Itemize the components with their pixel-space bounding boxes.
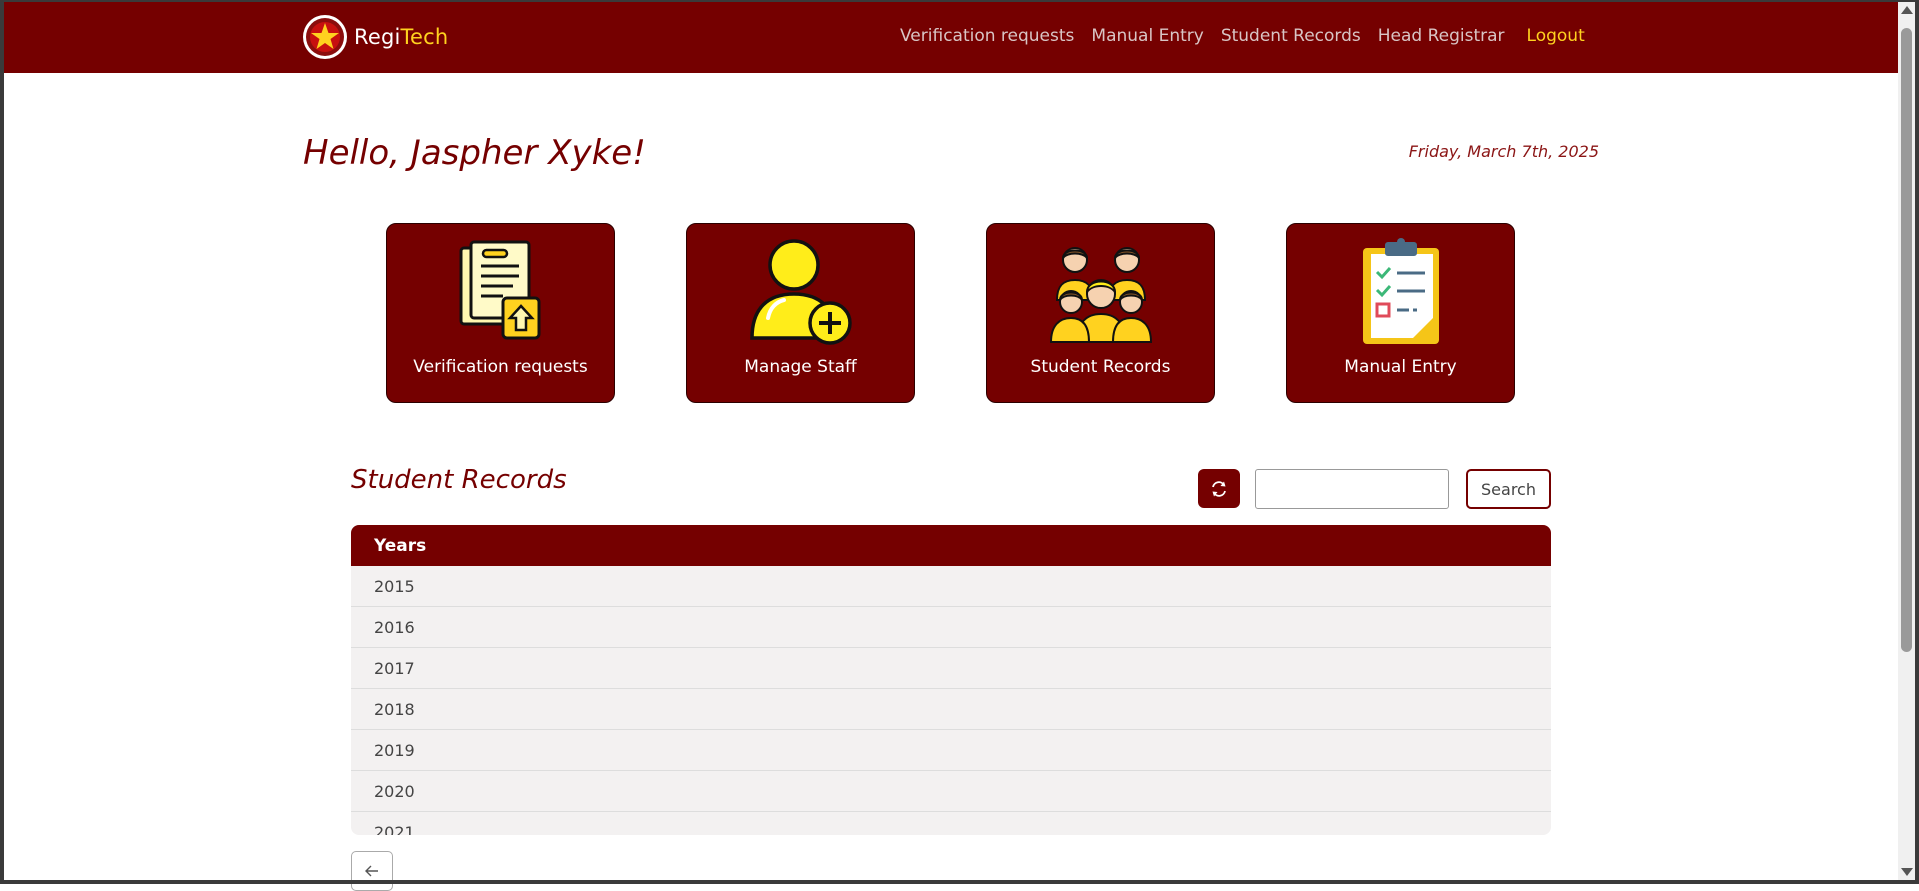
table-row[interactable]: 2015 — [351, 566, 1551, 607]
table-row[interactable]: 2018 — [351, 689, 1551, 730]
search-button[interactable]: Search — [1466, 469, 1551, 509]
student-group-icon — [1049, 247, 1152, 343]
seal-logo-icon — [303, 15, 347, 59]
add-user-icon — [749, 239, 852, 345]
table-row[interactable]: 2016 — [351, 607, 1551, 648]
card-manage-staff[interactable]: Manage Staff — [686, 223, 915, 403]
logout-link[interactable]: Logout — [1527, 26, 1585, 46]
document-upload-icon — [459, 240, 540, 340]
refresh-icon — [1212, 480, 1226, 497]
table-row[interactable]: 2017 — [351, 648, 1551, 689]
brand-name: RegiTech — [354, 25, 449, 49]
greeting-heading: Hello, Jaspher Xyke! — [303, 133, 646, 173]
nav-head-registrar[interactable]: Head Registrar — [1378, 26, 1505, 46]
years-table[interactable]: Years 2015 2016 2017 2018 2019 2020 2021 — [351, 525, 1551, 835]
refresh-button[interactable] — [1198, 469, 1240, 508]
student-records-title: Student Records — [351, 465, 567, 495]
scroll-thumb[interactable] — [1901, 28, 1912, 652]
card-label: Student Records — [1030, 357, 1171, 377]
table-header-years: Years — [351, 525, 1551, 566]
nav-student-records[interactable]: Student Records — [1221, 26, 1361, 46]
current-date: Friday, March 7th, 2025 — [1408, 142, 1599, 161]
clipboard-checklist-icon — [1362, 238, 1439, 344]
search-input[interactable] — [1255, 469, 1449, 509]
card-label: Verification requests — [413, 357, 588, 377]
vertical-scrollbar[interactable] — [1898, 2, 1915, 880]
scroll-up-arrow-icon[interactable] — [1901, 6, 1913, 14]
nav-links: Verification requests Manual Entry Stude… — [900, 26, 1602, 46]
top-navbar: RegiTech Verification requests Manual En… — [0, 0, 1900, 73]
card-verification-requests[interactable]: Verification requests — [386, 223, 615, 403]
table-row[interactable]: 2020 — [351, 771, 1551, 812]
card-student-records[interactable]: Student Records — [986, 223, 1215, 403]
table-row[interactable]: 2019 — [351, 730, 1551, 771]
card-manual-entry[interactable]: Manual Entry — [1286, 223, 1515, 403]
card-label: Manual Entry — [1344, 357, 1457, 377]
nav-manual-entry[interactable]: Manual Entry — [1091, 26, 1203, 46]
brand[interactable]: RegiTech — [302, 14, 448, 60]
table-row[interactable]: 2021 — [351, 812, 1551, 836]
back-button[interactable] — [351, 851, 393, 891]
arrow-left-icon — [365, 865, 378, 877]
card-label: Manage Staff — [744, 357, 857, 377]
scroll-down-arrow-icon[interactable] — [1901, 868, 1913, 876]
nav-verification-requests[interactable]: Verification requests — [900, 26, 1074, 46]
